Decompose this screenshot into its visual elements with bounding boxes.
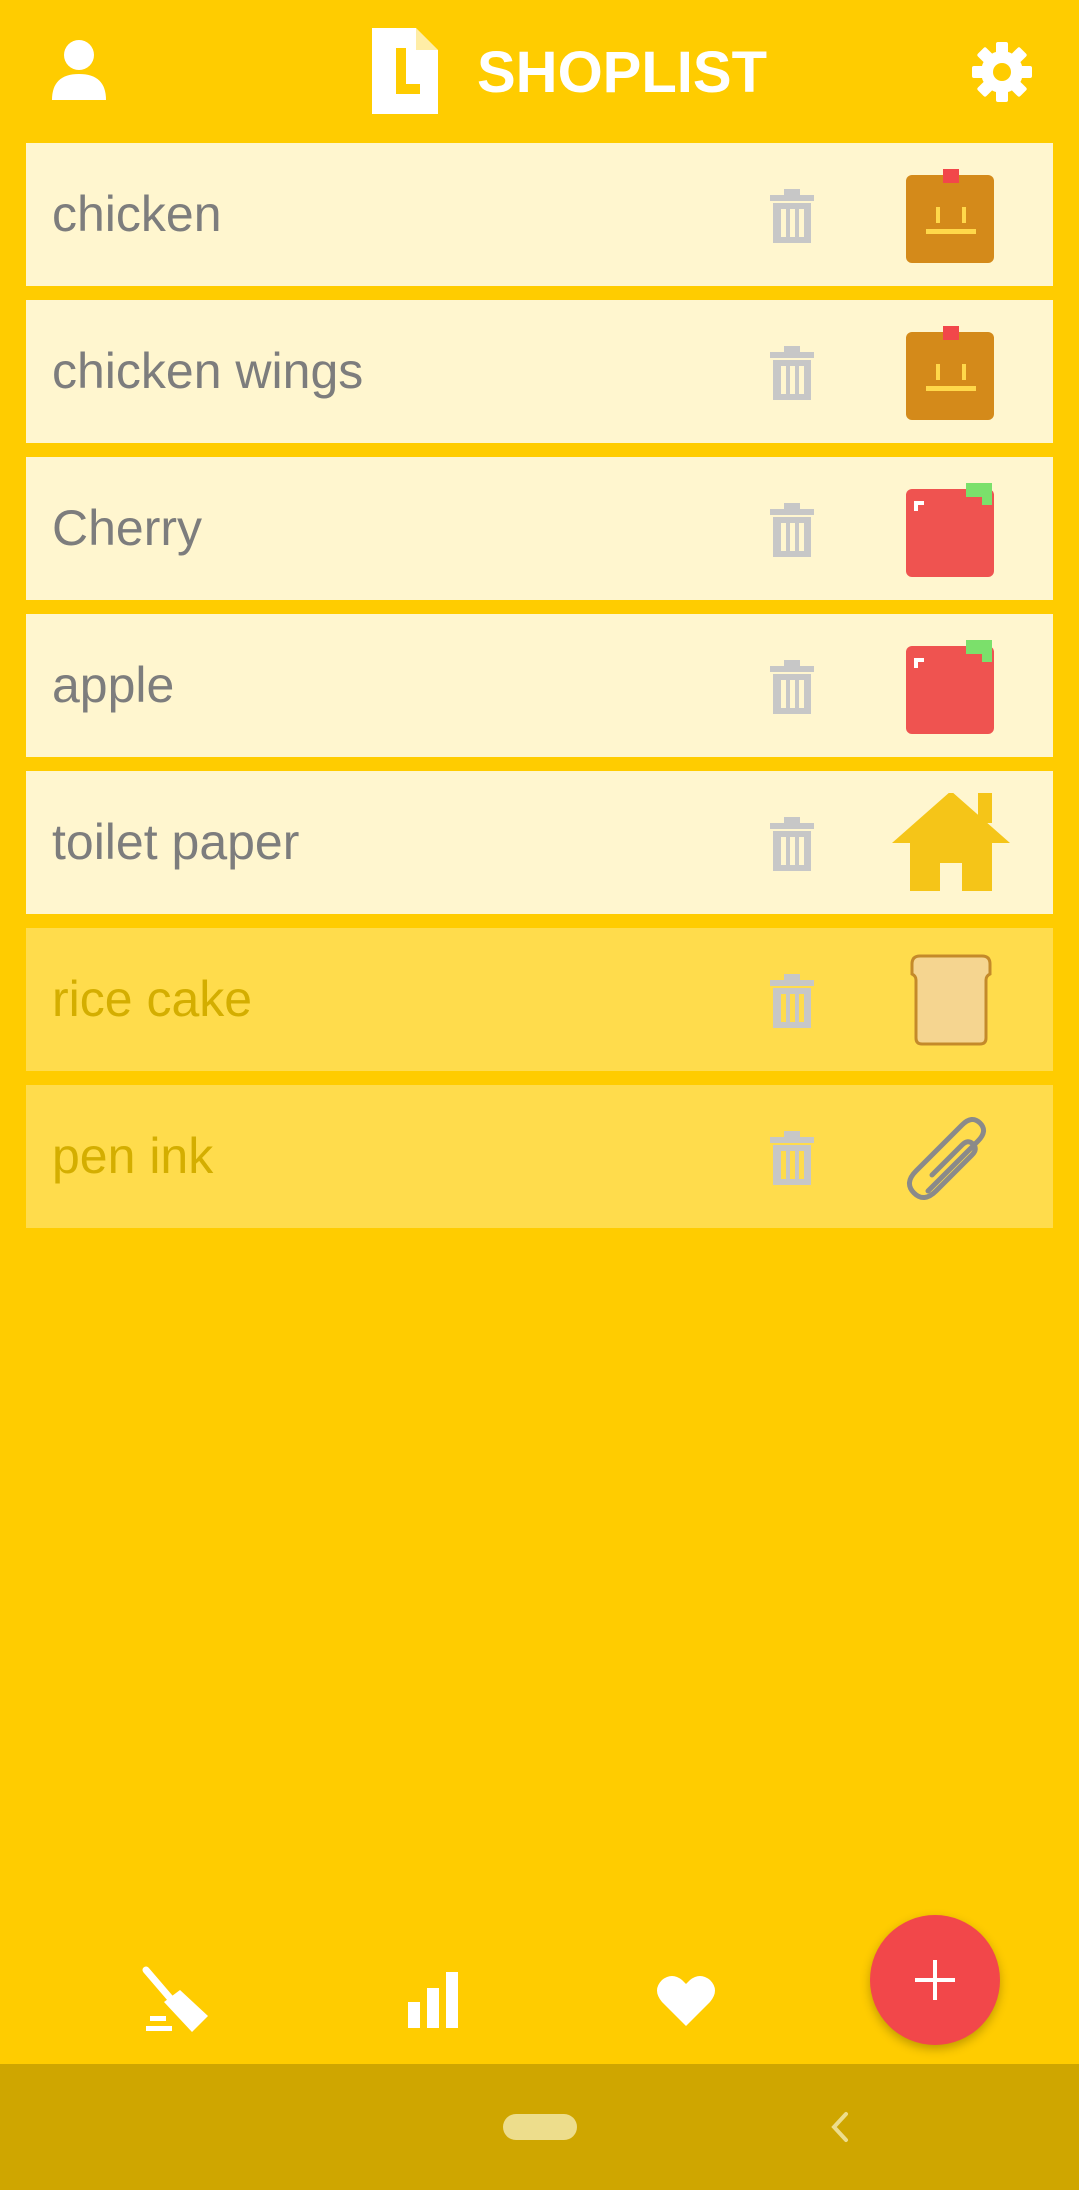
trash-icon: [770, 346, 814, 400]
system-back-button[interactable]: [822, 2106, 858, 2148]
broom-icon: [142, 1966, 208, 2032]
item-label: rice cake: [52, 971, 253, 1027]
profile-button[interactable]: [48, 38, 110, 110]
paperclip-icon: [907, 1117, 986, 1200]
person-icon: [52, 40, 106, 100]
back-chevron-icon: [831, 2112, 848, 2142]
shopping-list: chicken chicken wings Cherry apple toile…: [26, 143, 1053, 1242]
trash-icon: [770, 503, 814, 557]
favorites-button[interactable]: [656, 1974, 716, 2028]
delete-button[interactable]: [768, 503, 816, 557]
list-item[interactable]: Cherry: [26, 457, 1053, 600]
delete-button[interactable]: [768, 817, 816, 871]
trash-icon: [770, 660, 814, 714]
statistics-button[interactable]: [406, 1970, 462, 2030]
delete-button[interactable]: [768, 974, 816, 1028]
item-label: pen ink: [52, 1128, 214, 1184]
list-item[interactable]: chicken: [26, 143, 1053, 286]
item-label: apple: [52, 657, 175, 713]
home-gesture-pill[interactable]: [503, 2114, 577, 2140]
settings-button[interactable]: [970, 40, 1034, 104]
home-icon: [892, 791, 1010, 891]
trash-icon: [770, 189, 814, 243]
item-label: toilet paper: [52, 814, 300, 870]
category-office-button[interactable]: [888, 1107, 1014, 1207]
category-home-button[interactable]: [888, 791, 1014, 893]
heart-icon: [657, 1976, 715, 2026]
plus-icon: [915, 1960, 955, 2000]
bread-icon: [910, 954, 992, 1046]
delete-button[interactable]: [768, 660, 816, 714]
category-meat-button[interactable]: [888, 322, 1014, 422]
list-item[interactable]: toilet paper: [26, 771, 1053, 914]
category-bread-button[interactable]: [888, 950, 1014, 1050]
clear-checked-button[interactable]: [142, 1966, 214, 2036]
top-app-bar: SHOPLIST: [0, 0, 1079, 142]
category-fruit-button[interactable]: [888, 479, 1014, 579]
fruit-icon: [906, 483, 994, 577]
trash-icon: [770, 817, 814, 871]
item-label: chicken: [52, 186, 222, 242]
document-logo-icon: [372, 28, 438, 114]
app-logo: [372, 28, 438, 114]
list-item-checked[interactable]: pen ink: [26, 1085, 1053, 1228]
trash-icon: [770, 1131, 814, 1185]
gear-icon: [972, 42, 1032, 102]
trash-icon: [770, 974, 814, 1028]
add-item-button[interactable]: [870, 1915, 1000, 2045]
list-item[interactable]: apple: [26, 614, 1053, 757]
fruit-icon: [906, 640, 994, 734]
item-label: chicken wings: [52, 343, 364, 399]
list-item-checked[interactable]: rice cake: [26, 928, 1053, 1071]
meat-box-icon: [906, 169, 994, 263]
bar-chart-icon: [408, 1972, 458, 2028]
delete-button[interactable]: [768, 346, 816, 400]
item-label: Cherry: [52, 500, 203, 556]
app-title: SHOPLIST: [477, 40, 768, 105]
delete-button[interactable]: [768, 189, 816, 243]
meat-box-icon: [906, 326, 994, 420]
category-fruit-button[interactable]: [888, 636, 1014, 736]
category-meat-button[interactable]: [888, 165, 1014, 265]
list-item[interactable]: chicken wings: [26, 300, 1053, 443]
delete-button[interactable]: [768, 1131, 816, 1185]
